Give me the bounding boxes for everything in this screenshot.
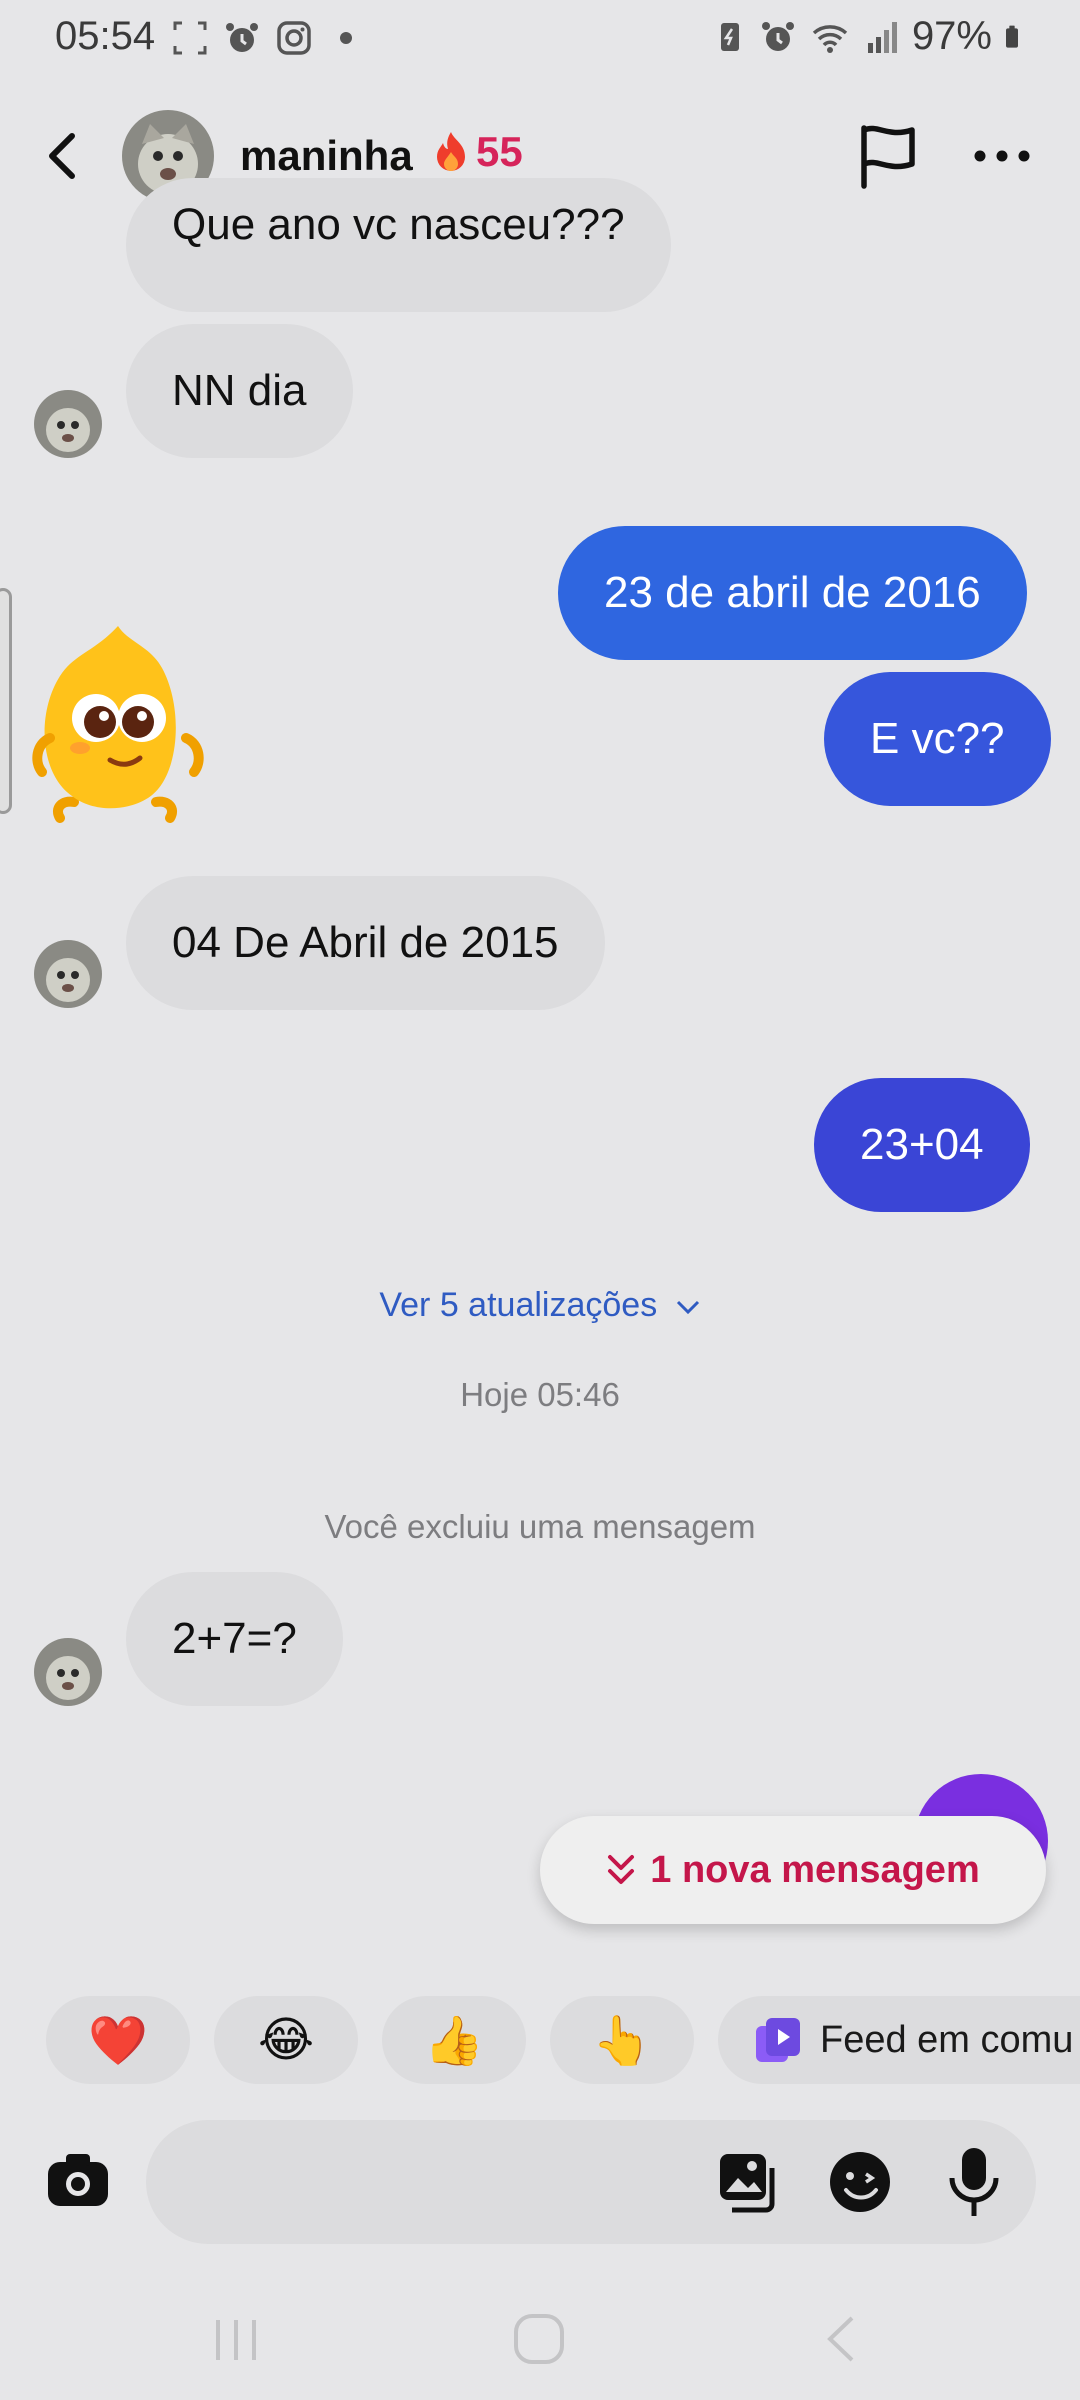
battery-percentage: 97% <box>911 14 992 58</box>
reaction-laughing[interactable]: 😂 <box>214 1996 358 2084</box>
alarm-icon <box>226 23 258 52</box>
feed-icon <box>756 2018 800 2062</box>
flame-icon <box>437 132 465 171</box>
system-navigation-bar <box>0 2286 1080 2400</box>
view-updates-link[interactable]: Ver 5 atualizações <box>0 1286 1080 1325</box>
alarm-icon <box>761 21 794 51</box>
streak-count: 55 <box>476 128 523 175</box>
contact-avatar[interactable] <box>34 940 102 1008</box>
more-icon[interactable] <box>970 136 1034 176</box>
status-bar: 05:54 97% <box>0 0 1080 80</box>
signal-icon <box>867 21 897 53</box>
back-icon[interactable] <box>38 126 90 186</box>
double-chevron-down-icon <box>608 1855 635 1884</box>
edge-panel-handle[interactable] <box>0 588 12 814</box>
streak-badge: 55 <box>432 128 523 176</box>
message-bubble-outgoing[interactable]: 23+04 <box>814 1078 1030 1212</box>
recents-icon[interactable] <box>212 2314 260 2366</box>
reaction-thumbs-up[interactable]: 👍 <box>382 1996 526 2084</box>
instagram-icon <box>277 21 311 55</box>
message-input[interactable] <box>146 2120 1036 2244</box>
status-time: 05:54 <box>55 14 156 58</box>
home-icon[interactable] <box>512 2312 566 2366</box>
camera-icon[interactable] <box>44 2146 112 2214</box>
sticker-icon[interactable] <box>828 2150 892 2214</box>
feed-chip[interactable]: Feed em comu <box>718 1996 1080 2084</box>
chat-screen: 05:54 97% maninha 55 Que ano vc nasceu??… <box>0 0 1080 2400</box>
nav-back-icon[interactable] <box>820 2312 860 2366</box>
message-bubble-outgoing[interactable]: E vc?? <box>824 672 1051 806</box>
dot-icon <box>340 32 352 44</box>
screenshot-icon <box>173 21 207 55</box>
feed-chip-label: Feed em comu <box>820 2018 1074 2061</box>
message-bubble-incoming[interactable]: NN dia <box>126 324 353 458</box>
message-bubble-incoming[interactable]: 04 De Abril de 2015 <box>126 876 605 1010</box>
reaction-heart[interactable]: ❤️ <box>46 1996 190 2084</box>
new-message-label: 1 nova mensagem <box>650 1848 980 1891</box>
chevron-down-icon <box>676 1300 699 1315</box>
microphone-icon[interactable] <box>946 2146 1002 2218</box>
battery-saver-icon <box>720 22 739 51</box>
message-composer <box>0 2110 1080 2250</box>
yellow-character-sticker[interactable] <box>30 618 206 828</box>
deleted-message-note: Você excluiu uma mensagem <box>324 1508 756 1545</box>
new-message-button[interactable]: 1 nova mensagem <box>540 1816 1046 1924</box>
contact-avatar[interactable] <box>34 1638 102 1706</box>
wifi-icon <box>812 24 848 53</box>
message-bubble-outgoing[interactable]: 23 de abril de 2016 <box>558 526 1027 660</box>
contact-name[interactable]: maninha <box>240 132 413 180</box>
message-bubble-incoming[interactable]: Que ano vc nasceu??? <box>126 178 671 312</box>
gallery-icon[interactable] <box>716 2150 780 2214</box>
reaction-pointing[interactable]: 👆 <box>550 1996 694 2084</box>
contact-avatar[interactable] <box>34 390 102 458</box>
flag-icon[interactable] <box>854 122 922 190</box>
battery-icon <box>1006 25 1018 48</box>
message-bubble-incoming[interactable]: 2+7=? <box>126 1572 343 1706</box>
message-timestamp: Hoje 05:46 <box>460 1376 620 1413</box>
